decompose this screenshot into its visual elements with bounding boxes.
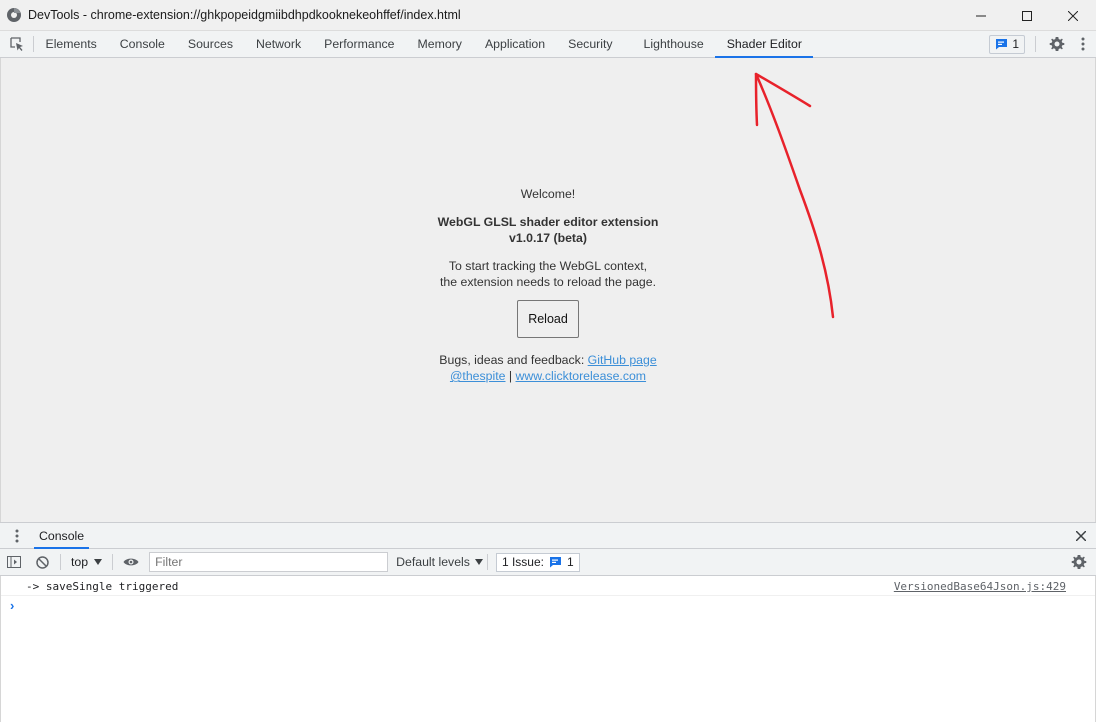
toolbar-divider — [60, 554, 61, 570]
link-separator: | — [505, 369, 516, 383]
tab-sources[interactable]: Sources — [176, 31, 244, 57]
close-icon — [1068, 10, 1078, 21]
tab-lighthouse[interactable]: Lighthouse — [632, 31, 715, 57]
description-line-1: To start tracking the WebGL context, — [448, 259, 648, 273]
feedback-prefix: Bugs, ideas and feedback: — [439, 353, 588, 367]
settings-button[interactable] — [1044, 31, 1070, 57]
log-message: -> saveSingle triggered — [26, 580, 179, 593]
gear-icon — [1071, 555, 1087, 569]
website-link[interactable]: www.clicktorelease.com — [516, 369, 647, 383]
context-selector[interactable]: top — [65, 555, 108, 569]
drawer-header: Console — [0, 522, 1096, 549]
log-row: -> saveSingle triggered VersionedBase64J… — [1, 576, 1095, 596]
toolbar-divider — [112, 554, 114, 570]
dropdown-arrow-icon — [474, 559, 483, 565]
inspect-element-icon — [9, 37, 23, 51]
devtools-tab-bar: Elements Console Sources Network Perform… — [0, 31, 1096, 58]
block-icon — [35, 555, 49, 569]
minimize-icon — [976, 15, 986, 16]
tab-network[interactable]: Network — [245, 31, 313, 57]
github-link[interactable]: GitHub page — [588, 353, 657, 367]
console-filter-input[interactable] — [149, 552, 389, 572]
feedback-line: Bugs, ideas and feedback: GitHub page — [1, 352, 1095, 368]
more-options-button[interactable] — [1070, 31, 1096, 57]
twitter-link[interactable]: @thespite — [450, 369, 506, 383]
tab-performance[interactable]: Performance — [313, 31, 406, 57]
issues-count: 1 — [1012, 37, 1019, 51]
issues-badge-button[interactable]: 1 — [989, 34, 1025, 54]
maximize-button[interactable] — [1004, 0, 1050, 31]
vertical-dots-icon — [1081, 37, 1085, 51]
welcome-message: Welcome! WebGL GLSL shader editor extens… — [1, 186, 1095, 384]
log-levels-dropdown[interactable]: Default levels — [396, 555, 483, 569]
log-source-link[interactable]: VersionedBase64Json.js:429 — [894, 580, 1066, 593]
description-line-2: the extension needs to reload the page. — [439, 275, 657, 289]
context-value: top — [71, 555, 89, 569]
console-prompt-caret[interactable]: › — [10, 598, 14, 613]
message-icon — [996, 39, 1008, 50]
inspect-element-button[interactable] — [0, 36, 34, 52]
tab-elements[interactable]: Elements — [34, 31, 108, 57]
extension-title: WebGL GLSL shader editor extension — [437, 215, 659, 229]
console-output[interactable]: -> saveSingle triggered VersionedBase64J… — [0, 576, 1096, 722]
toolbar-divider — [486, 554, 488, 570]
welcome-greeting: Welcome! — [520, 187, 576, 201]
tab-security[interactable]: Security — [557, 31, 624, 57]
close-drawer-button[interactable] — [1072, 527, 1090, 545]
drawer-menu-button[interactable] — [0, 523, 34, 548]
sidebar-toggle-icon — [7, 556, 21, 568]
issue-count: 1 — [566, 555, 574, 569]
eye-icon — [123, 558, 139, 566]
console-toolbar: top Default levels 1 Issue: 1 — [0, 549, 1096, 576]
maximize-icon — [1022, 10, 1032, 21]
tab-console[interactable]: Console — [108, 31, 176, 57]
tab-application[interactable]: Application — [473, 31, 556, 57]
dropdown-arrow-icon — [94, 559, 103, 565]
window-title-bar: DevTools - chrome-extension://ghkpopeidg… — [0, 0, 1096, 31]
clear-console-button[interactable] — [28, 549, 56, 575]
live-expression-button[interactable] — [117, 549, 145, 575]
gear-icon — [1049, 37, 1065, 51]
reload-button[interactable]: Reload — [517, 300, 579, 338]
message-icon — [549, 557, 561, 568]
issue-label: 1 Issue: — [501, 555, 544, 569]
vertical-dots-icon — [15, 529, 19, 542]
console-issues-button[interactable]: 1 Issue: 1 — [495, 552, 580, 572]
drawer-tab-console[interactable]: Console — [34, 523, 90, 549]
minimize-button[interactable] — [958, 0, 1004, 31]
console-settings-button[interactable] — [1066, 549, 1092, 575]
links-line: @thespite | www.clicktorelease.com — [1, 368, 1095, 384]
close-icon — [1076, 531, 1086, 541]
toolbar-divider — [1035, 36, 1036, 52]
devtools-app-icon — [7, 8, 21, 22]
log-levels-label: Default levels — [396, 555, 470, 569]
tab-memory[interactable]: Memory — [406, 31, 473, 57]
show-sidebar-button[interactable] — [0, 549, 28, 575]
window-title: DevTools - chrome-extension://ghkpopeidg… — [28, 8, 461, 22]
tab-shader-editor[interactable]: Shader Editor — [715, 31, 814, 58]
shader-editor-panel: Welcome! WebGL GLSL shader editor extens… — [0, 58, 1096, 522]
close-window-button[interactable] — [1050, 0, 1096, 31]
extension-version: v1.0.17 (beta) — [509, 231, 587, 245]
